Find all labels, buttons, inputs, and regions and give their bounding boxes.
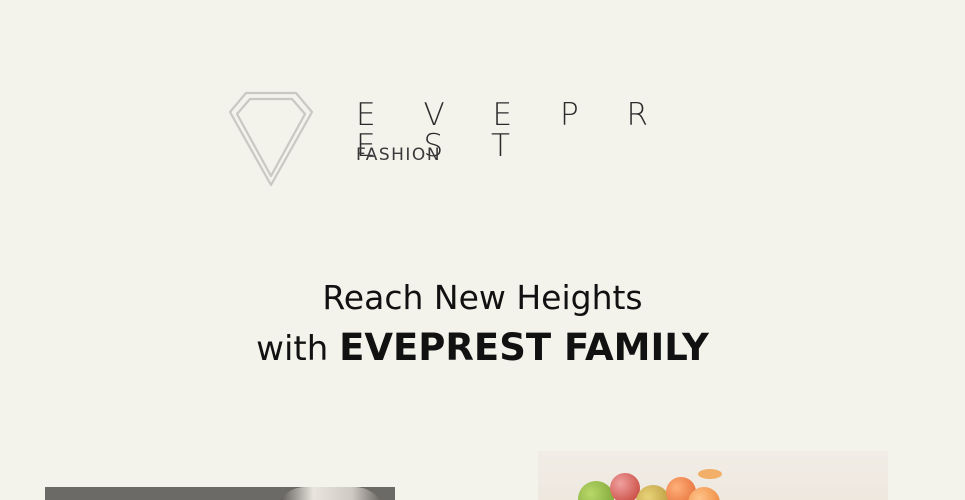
portrait-photo[interactable] <box>45 487 395 500</box>
page: E V E P R E S T FASHION Reach New Height… <box>0 0 965 500</box>
headline-line-2: with EVEPREST FAMILY <box>0 320 965 377</box>
fruit-pear <box>636 485 670 500</box>
juice-splash <box>698 469 722 479</box>
headline-prefix: with <box>256 329 340 369</box>
hero-headline: Reach New Heights with EVEPREST FAMILY <box>0 276 965 377</box>
fruit-photo[interactable] <box>538 451 888 500</box>
portrait-figure <box>275 487 385 500</box>
headline-emphasis: EVEPREST FAMILY <box>339 326 709 369</box>
brand-logo[interactable]: E V E P R E S T FASHION <box>228 90 728 190</box>
fruit-berry <box>610 473 640 500</box>
fruit-apple <box>578 481 614 500</box>
diamond-outline-icon <box>228 91 314 187</box>
headline-line-1: Reach New Heights <box>322 278 643 317</box>
brand-tagline: FASHION <box>356 145 442 165</box>
